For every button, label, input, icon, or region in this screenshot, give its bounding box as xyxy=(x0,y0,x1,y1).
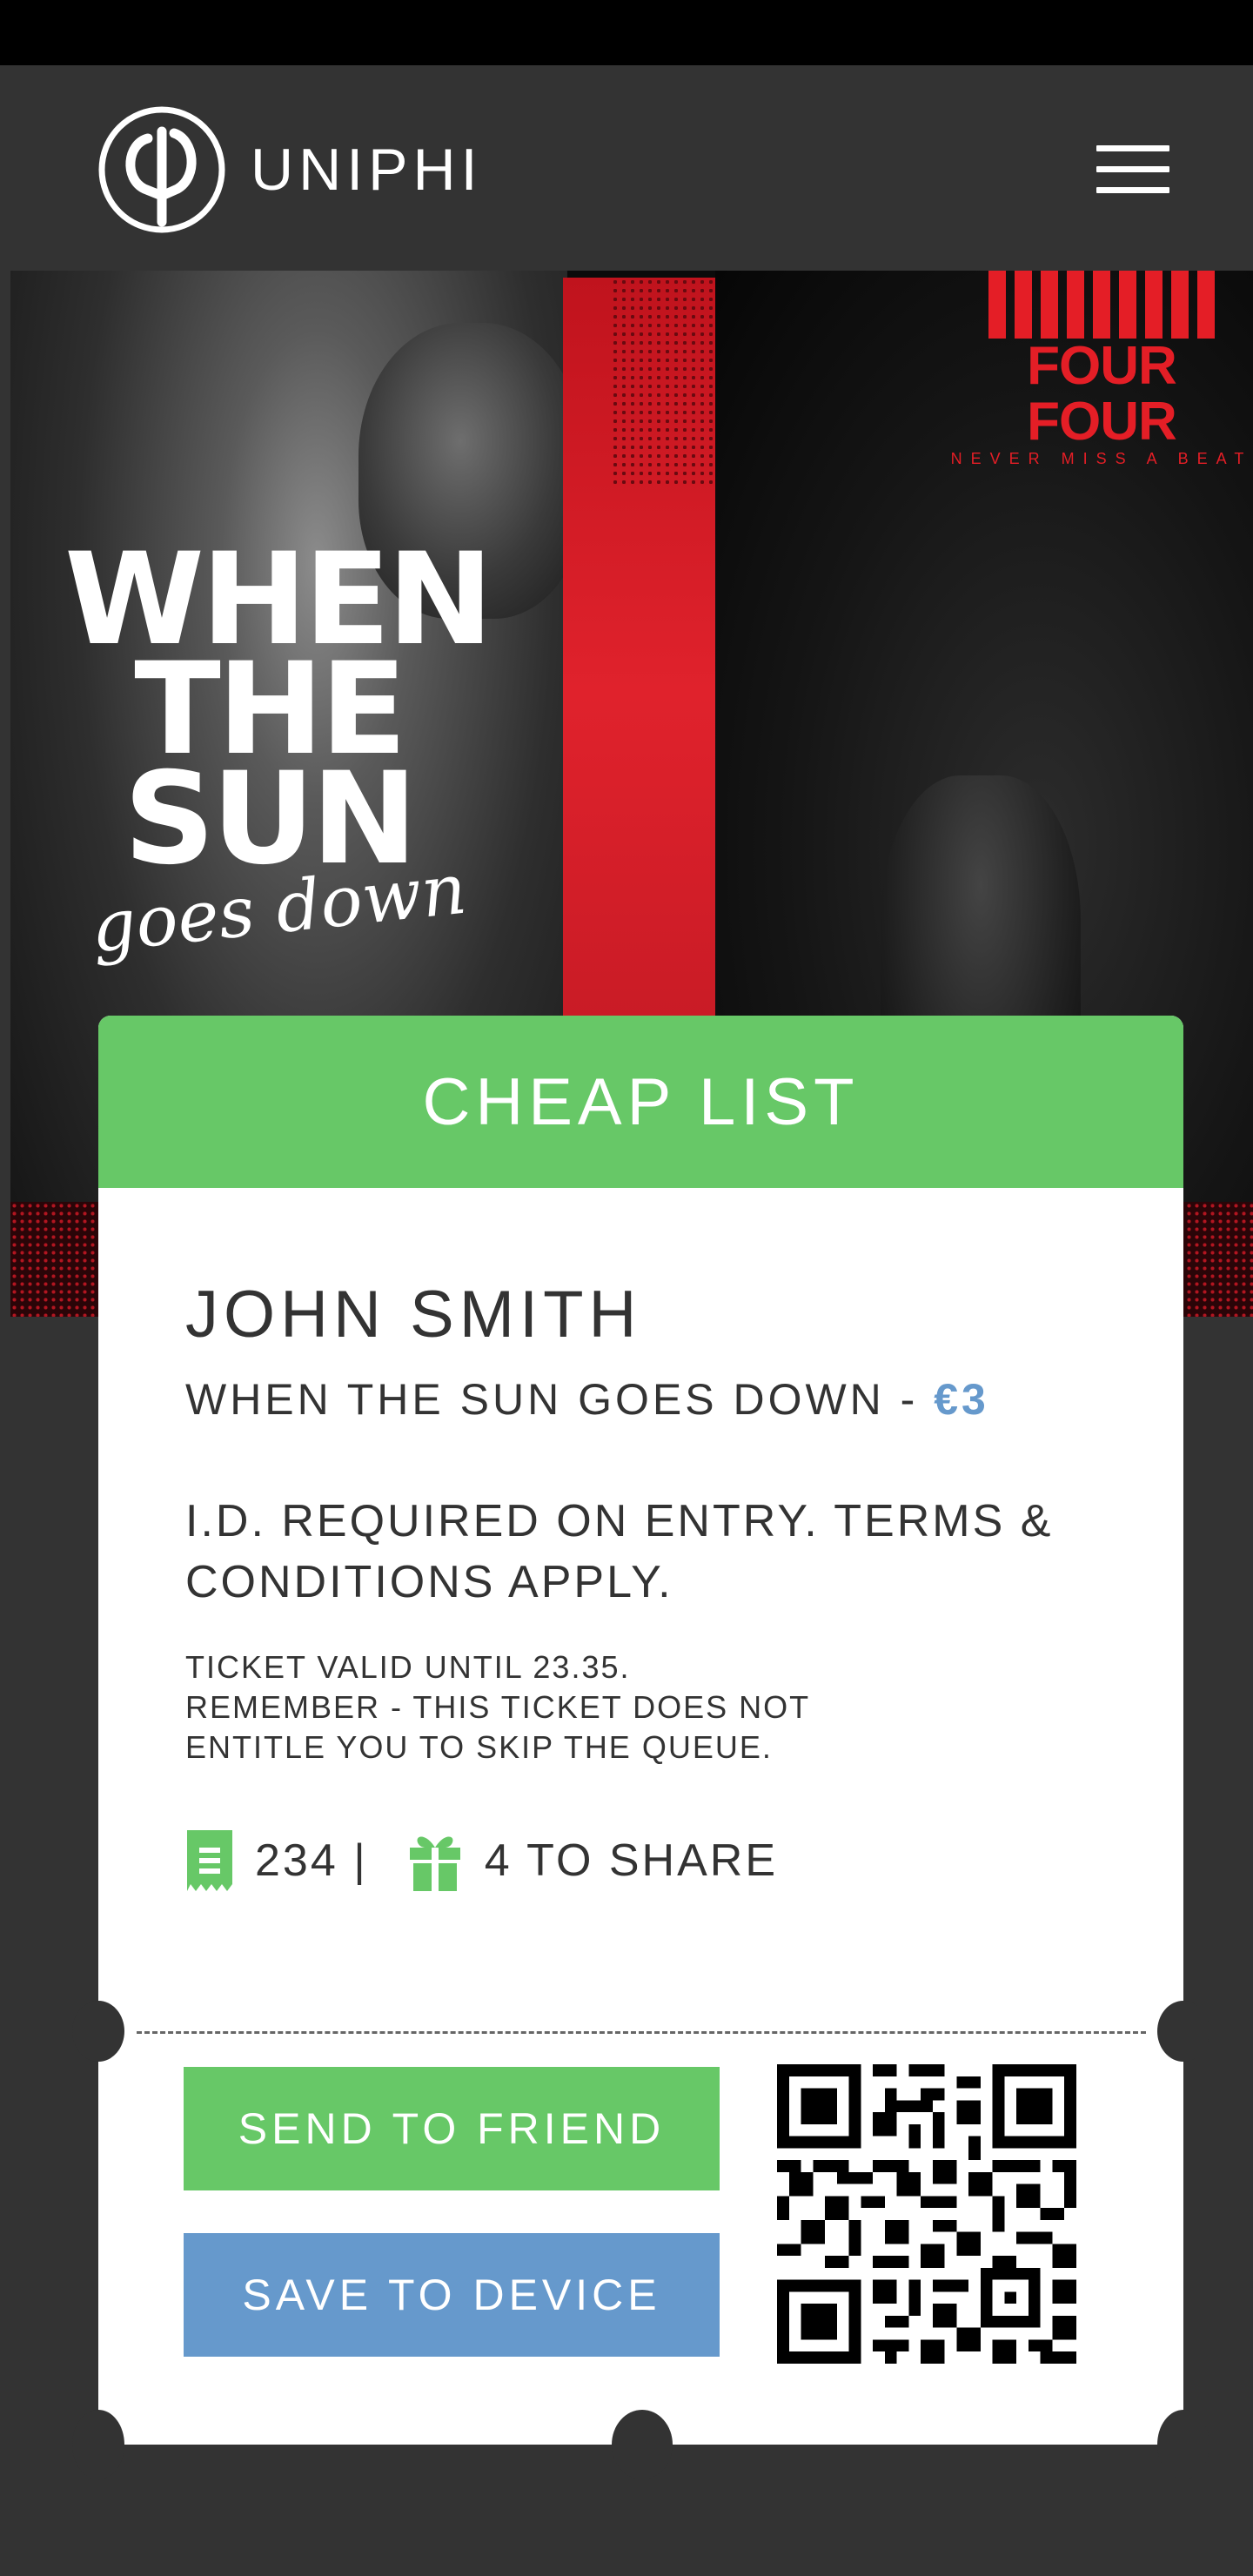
ticket-notch xyxy=(1157,2410,1209,2479)
validity-line: REMEMBER - THIS TICKET DOES NOT xyxy=(185,1689,811,1725)
ticket-number: 234 | xyxy=(255,1835,368,1886)
promoter-logo: FOUR FOUR NEVER MISS A BEAT xyxy=(950,271,1253,468)
ticket-notch xyxy=(72,2001,124,2062)
ticket-holder-name: JOHN SMITH xyxy=(185,1278,642,1352)
ticket-meta: 234 | 4 TO SHARE xyxy=(185,1830,778,1891)
ticket-validity: TICKET VALID UNTIL 23.35. REMEMBER - THI… xyxy=(185,1647,968,1768)
validity-line: ENTITLE YOU TO SKIP THE QUEUE. xyxy=(185,1729,773,1765)
brand[interactable]: UNIPHI xyxy=(97,105,482,234)
uniphi-logo-icon xyxy=(98,106,225,233)
status-bar xyxy=(0,0,1253,65)
ticket-perforation xyxy=(137,2031,1146,2034)
hamburger-menu-icon[interactable] xyxy=(1096,145,1169,199)
ticket-price: €3 xyxy=(934,1375,989,1424)
ticket-notch xyxy=(72,2410,124,2479)
ticket-terms: I.D. REQUIRED ON ENTRY. TERMS & CONDITIO… xyxy=(185,1496,1054,1607)
ticket-event-name: WHEN THE SUN GOES DOWN - xyxy=(185,1375,935,1424)
ticket-notch xyxy=(612,2410,673,2479)
brand-name: UNIPHI xyxy=(251,137,483,203)
promoter-tagline: NEVER MISS A BEAT xyxy=(950,450,1253,467)
share-count: 4 TO SHARE xyxy=(484,1835,779,1886)
save-to-device-button[interactable]: SAVE TO DEVICE xyxy=(184,2233,720,2357)
ticket-card: CHEAP LIST JOHN SMITH WHEN THE SUN GOES … xyxy=(72,1016,1209,2479)
validity-line: TICKET VALID UNTIL 23.35. xyxy=(185,1649,631,1685)
promoter-bars xyxy=(950,271,1253,339)
ticket-event-line: WHEN THE SUN GOES DOWN - €3 xyxy=(185,1374,989,1425)
send-to-friend-button[interactable]: SEND TO FRIEND xyxy=(184,2067,720,2190)
promoter-name: FOUR FOUR xyxy=(1027,336,1177,452)
hero-title: WHEN THE SUN xyxy=(64,536,493,882)
gift-icon xyxy=(409,1836,460,1891)
ticket-list-header: CHEAP LIST xyxy=(98,1016,1183,1188)
receipt-icon xyxy=(187,1830,232,1891)
ticket-notch xyxy=(1157,2001,1209,2062)
qr-code xyxy=(777,2064,1076,2364)
app-header: UNIPHI xyxy=(7,65,1253,271)
hero-red-dots xyxy=(611,278,715,486)
